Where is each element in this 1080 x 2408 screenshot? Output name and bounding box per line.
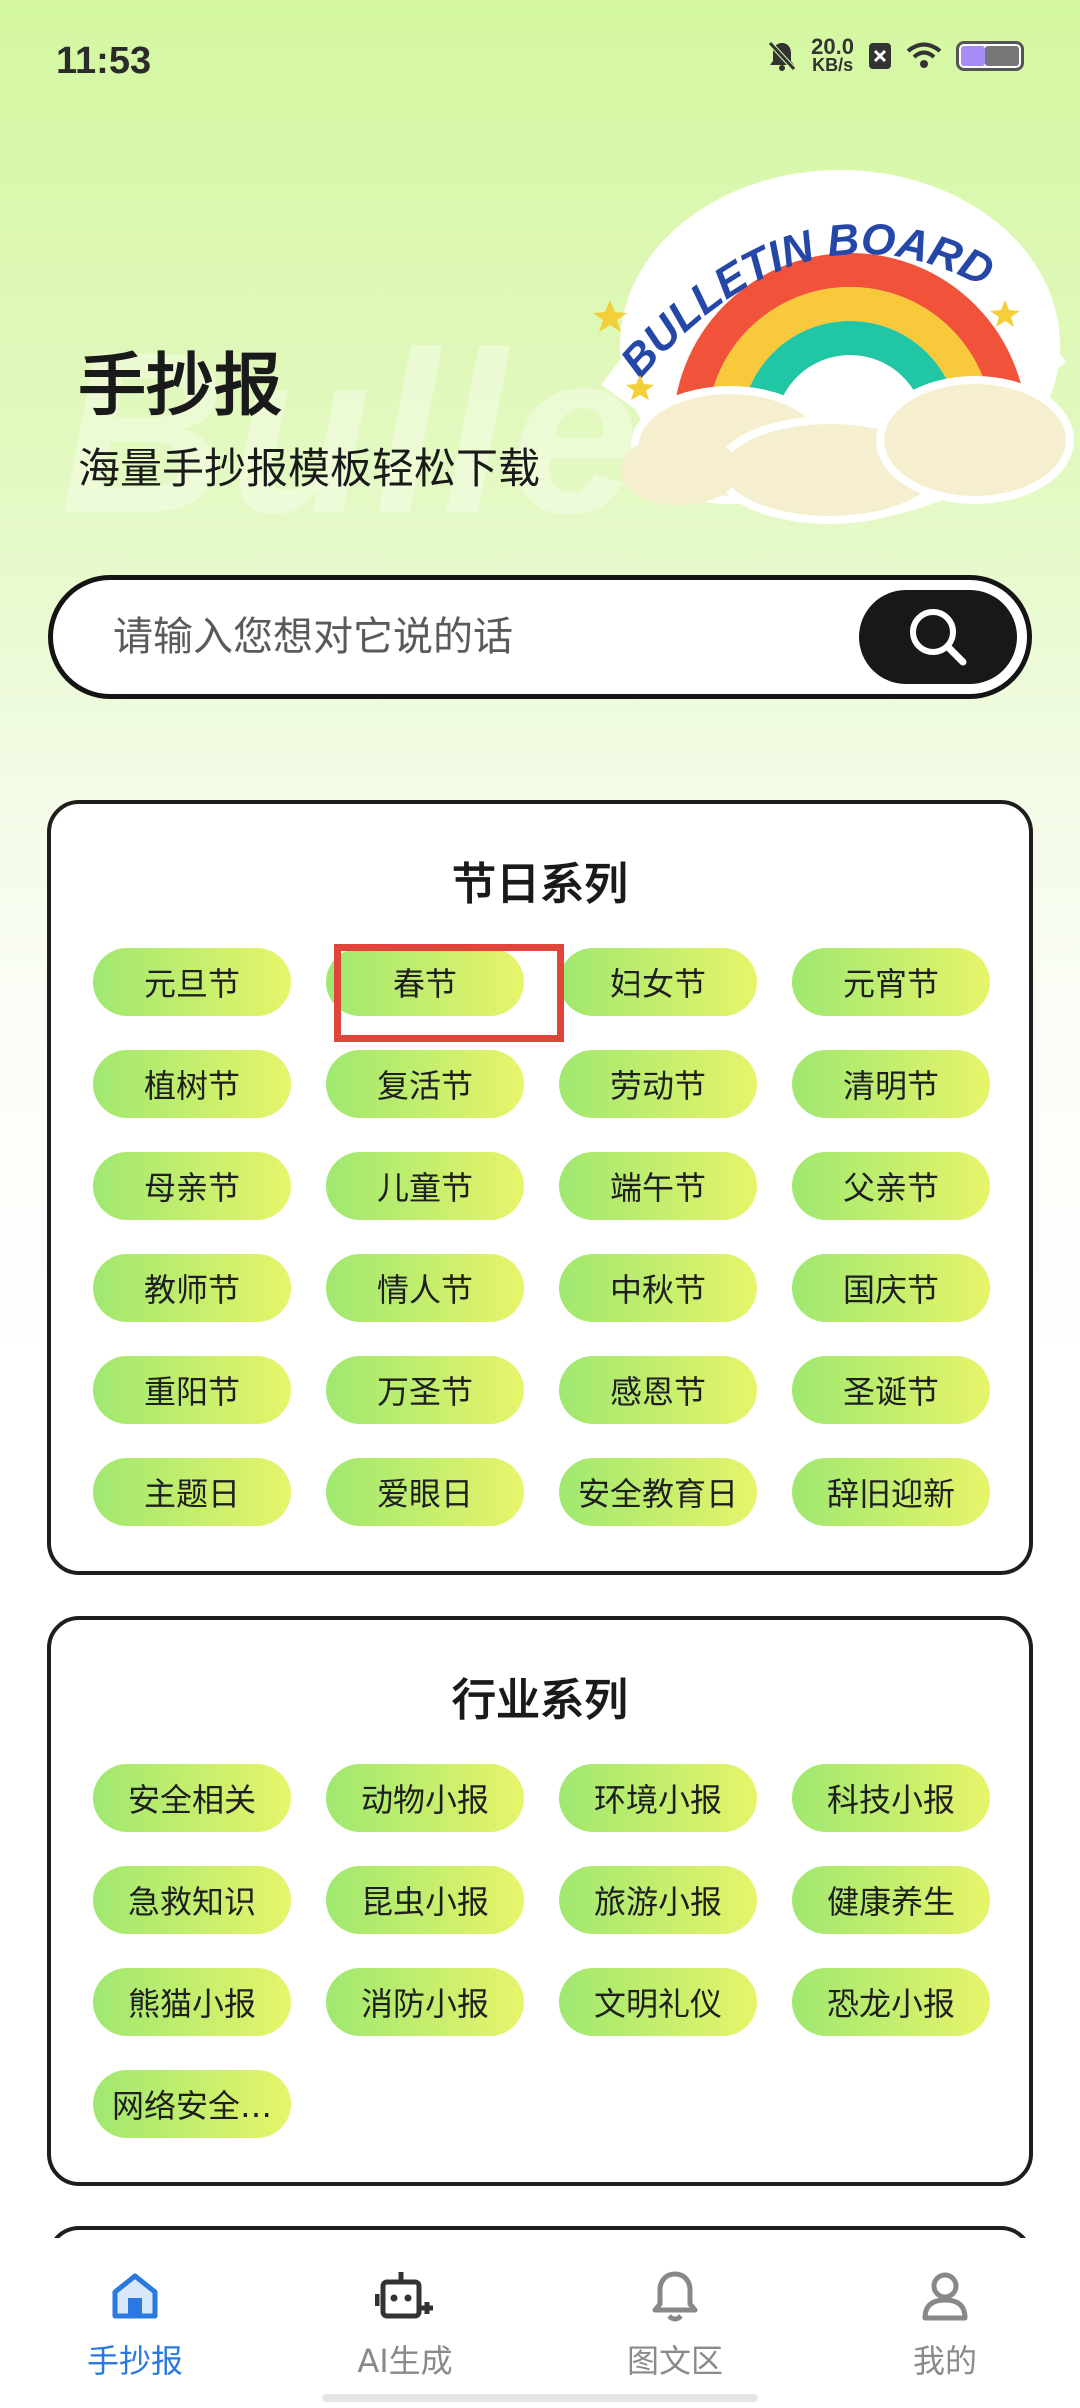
nav-item-gallery[interactable]: 图文区 [540,2238,810,2408]
festival-tag[interactable]: 重阳节 [93,1356,291,1424]
festival-tag[interactable]: 植树节 [93,1050,291,1118]
status-bar: 11:53 20.0 KB/s [0,0,1080,126]
festival-tag[interactable]: 复活节 [326,1050,524,1118]
search-button[interactable] [859,590,1017,684]
selection-highlight-box [334,944,564,1042]
page-subtitle: 海量手抄报模板轻松下载 [78,444,541,493]
industry-tag[interactable]: 急救知识 [93,1866,291,1934]
festival-tag[interactable]: 清明节 [792,1050,990,1118]
nav-label: 我的 [912,2342,977,2380]
page-title: 手抄报 [78,347,283,426]
industry-tag[interactable]: 文明礼仪 [559,1968,757,2036]
festival-series-card: 节日系列 元旦节 春节 妇女节 元宵节 植树节 复活节 劳动节 清明节 母亲节 … [47,800,1033,1575]
home-indicator [322,2394,758,2402]
festival-tag[interactable]: 感恩节 [559,1356,757,1424]
status-time: 11:53 [56,40,152,82]
industry-tag[interactable]: 昆虫小报 [326,1866,524,1934]
status-icons: 20.0 KB/s [767,34,1024,75]
nav-label: 图文区 [626,2342,723,2380]
sim-off-icon [869,43,891,69]
network-speed: 20.0 KB/s [811,34,854,75]
festival-tag[interactable]: 万圣节 [326,1356,524,1424]
robot-icon [375,2272,433,2319]
bell-icon [652,2271,698,2322]
industry-series-title: 行业系列 [452,1675,628,1726]
industry-tag[interactable]: 消防小报 [326,1968,524,2036]
festival-tag[interactable]: 安全教育日 [559,1458,757,1526]
festival-tag[interactable]: 妇女节 [559,948,757,1016]
festival-tag[interactable]: 教师节 [93,1254,291,1322]
industry-tag[interactable]: 科技小报 [792,1764,990,1832]
nav-label: 手抄报 [86,2342,183,2380]
festival-tag[interactable]: 劳动节 [559,1050,757,1118]
search-bar [48,575,1032,699]
search-input[interactable] [113,604,873,670]
industry-tag[interactable]: 网络安全… [93,2070,291,2138]
festival-tag[interactable]: 国庆节 [792,1254,990,1322]
battery-icon [956,41,1024,71]
festival-tag[interactable]: 父亲节 [792,1152,990,1220]
industry-tag[interactable]: 安全相关 [93,1764,291,1832]
festival-tag[interactable]: 母亲节 [93,1152,291,1220]
home-icon [112,2273,158,2319]
speed-value: 20.0 [811,34,854,59]
user-icon [922,2272,968,2321]
festival-tag[interactable]: 主题日 [93,1458,291,1526]
industry-series-card: 行业系列 安全相关 动物小报 环境小报 科技小报 急救知识 昆虫小报 旅游小报 … [47,1616,1033,2186]
festival-tag[interactable]: 儿童节 [326,1152,524,1220]
festival-tag[interactable]: 爱眼日 [326,1458,524,1526]
festival-tag[interactable]: 辞旧迎新 [792,1458,990,1526]
festival-tag[interactable]: 元宵节 [792,948,990,1016]
festival-tag[interactable]: 中秋节 [559,1254,757,1322]
nav-item-ai[interactable]: AI生成 [270,2238,540,2408]
nav-item-profile[interactable]: 我的 [810,2238,1080,2408]
speed-unit: KB/s [812,55,854,75]
festival-tag[interactable]: 情人节 [326,1254,524,1322]
bottom-nav: 手抄报 AI生成 图文区 我的 [0,2238,1080,2408]
nav-item-home[interactable]: 手抄报 [0,2238,270,2408]
festival-tag[interactable]: 圣诞节 [792,1356,990,1424]
wifi-icon [906,42,942,68]
industry-tag-grid: 安全相关 动物小报 环境小报 科技小报 急救知识 昆虫小报 旅游小报 健康养生 … [51,1764,1029,2138]
festival-tag[interactable]: 元旦节 [93,948,291,1016]
industry-tag[interactable]: 恐龙小报 [792,1968,990,2036]
mute-bell-icon [768,41,797,71]
festival-tag[interactable]: 端午节 [559,1152,757,1220]
bulletin-board-illustration: BULLETIN BOARD [593,170,1074,524]
industry-tag[interactable]: 环境小报 [559,1764,757,1832]
nav-label: AI生成 [357,2342,453,2380]
industry-tag[interactable]: 动物小报 [326,1764,524,1832]
industry-tag[interactable]: 旅游小报 [559,1866,757,1934]
search-icon [910,609,967,666]
festival-series-title: 节日系列 [452,859,628,910]
industry-tag[interactable]: 健康养生 [792,1866,990,1934]
industry-tag[interactable]: 熊猫小报 [93,1968,291,2036]
